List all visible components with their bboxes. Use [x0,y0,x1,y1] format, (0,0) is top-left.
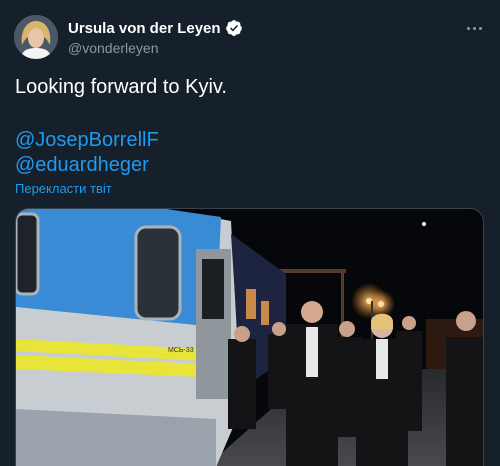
tweet-photo[interactable]: МСЬ-33 [15,208,484,466]
tweet: Ursula von der Leyen @vonderleyen Lookin… [0,0,500,466]
verified-badge-icon [225,20,242,36]
author-names: Ursula von der Leyen @vonderleyen [68,19,243,56]
train-platform-photo: МСЬ-33 [16,209,483,466]
author-display-name-row[interactable]: Ursula von der Leyen [68,19,243,37]
more-options-icon[interactable] [462,19,486,37]
author-display-name[interactable]: Ursula von der Leyen [68,20,221,37]
author-handle[interactable]: @vonderleyen [68,40,243,56]
tweet-text: Looking forward to Kyiv. [15,76,227,98]
mention-link[interactable]: @eduardheger [15,153,149,177]
translate-tweet-link[interactable]: Перекласти твіт [15,181,112,196]
mention-link[interactable]: @JosepBorrellF [15,128,159,152]
avatar-image [14,15,58,59]
train-car-label: МСЬ-33 [168,347,194,354]
author-avatar[interactable] [14,15,58,59]
